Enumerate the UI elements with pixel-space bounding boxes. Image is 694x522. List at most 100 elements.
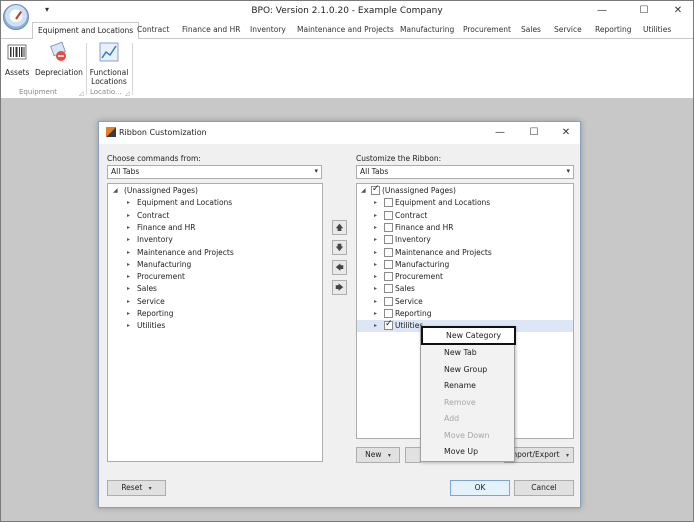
expanded-icon[interactable]: ◢ [361, 187, 366, 194]
menu-item-move-up[interactable]: Move Up [421, 444, 514, 460]
move-right-button[interactable]: 🡆 [332, 280, 347, 295]
tab-equipment-and-locations[interactable]: Equipment and Locations [32, 22, 140, 40]
tree-checkbox[interactable] [384, 210, 393, 220]
dialog-minimize-button[interactable]: — [489, 125, 511, 141]
tab-reporting[interactable]: Reporting [595, 25, 631, 34]
tree-item[interactable]: ▸ Manufacturing [108, 259, 322, 271]
move-down-button[interactable]: 🡇 [332, 240, 347, 255]
dialog-close-button[interactable]: ✕ [555, 125, 577, 141]
tree-item[interactable]: ▸ Service [357, 296, 573, 308]
move-left-button[interactable]: 🡄 [332, 260, 347, 275]
tree-checkbox[interactable] [384, 198, 393, 207]
collapsed-icon[interactable]: ▸ [127, 224, 130, 231]
tab-finance-and-hr[interactable]: Finance and HR [182, 25, 240, 34]
tree-item[interactable]: ▸ Equipment and Locations [357, 197, 573, 209]
collapsed-icon[interactable]: ▸ [374, 212, 377, 219]
collapsed-icon[interactable]: ▸ [374, 224, 377, 231]
customize-ribbon-combo[interactable]: All Tabs ▾ [356, 165, 574, 179]
tab-maintenance-and-projects[interactable]: Maintenance and Projects [297, 25, 394, 34]
group-launcher-icon[interactable]: ◿ [79, 90, 84, 97]
tab-manufacturing[interactable]: Manufacturing [400, 25, 454, 34]
collapsed-icon[interactable]: ▸ [374, 285, 377, 292]
tree-checkbox[interactable] [384, 247, 393, 257]
tree-checkbox[interactable] [384, 259, 393, 269]
tree-item[interactable]: ▸ Finance and HR [357, 222, 573, 234]
combo-arrow-icon: ▾ [566, 167, 570, 175]
collapsed-icon[interactable]: ▸ [127, 310, 130, 317]
tree-item[interactable]: ▸ Procurement [108, 271, 322, 283]
tree-checkbox[interactable] [371, 184, 380, 195]
tree-checkbox[interactable] [384, 284, 393, 293]
tree-item[interactable]: ▸ Inventory [357, 234, 573, 246]
functional-locations-button[interactable]: Functional Locations [89, 41, 129, 86]
minimize-button[interactable]: — [589, 3, 615, 19]
maximize-button[interactable]: ☐ [631, 3, 657, 19]
tree-item[interactable]: ▸ Sales [357, 283, 573, 295]
new-button[interactable]: New ▾ [356, 447, 400, 463]
tree-item[interactable]: ▸ Inventory [108, 234, 322, 246]
app-logo-icon[interactable] [3, 4, 29, 30]
tree-checkbox[interactable] [384, 272, 393, 281]
depreciation-button[interactable]: Depreciation [35, 41, 83, 77]
tree-item[interactable]: ▸ Equipment and Locations [108, 197, 322, 209]
commands-tree[interactable]: ◢ (Unassigned Pages) ▸ Equipment and Loc… [107, 183, 323, 462]
collapsed-icon[interactable]: ▸ [127, 261, 130, 268]
collapsed-icon[interactable]: ▸ [374, 273, 377, 280]
collapsed-icon[interactable]: ▸ [374, 249, 377, 256]
cancel-button[interactable]: Cancel [514, 480, 574, 496]
tree-checkbox[interactable] [384, 296, 393, 306]
tree-checkbox[interactable] [384, 309, 393, 318]
dialog-app-icon [106, 127, 116, 137]
reset-button[interactable]: Reset ▾ [107, 480, 166, 496]
collapsed-icon[interactable]: ▸ [127, 298, 130, 305]
tree-item[interactable]: ◢ (Unassigned Pages) [357, 184, 573, 197]
tab-sales[interactable]: Sales [521, 25, 541, 34]
tree-item[interactable]: ▸ Reporting [108, 308, 322, 320]
collapsed-icon[interactable]: ▸ [374, 322, 377, 329]
tab-contract[interactable]: Contract [137, 25, 169, 34]
tab-procurement[interactable]: Procurement [463, 25, 511, 34]
collapsed-icon[interactable]: ▸ [374, 298, 377, 305]
collapsed-icon[interactable]: ▸ [374, 236, 377, 243]
tab-utilities[interactable]: Utilities [643, 25, 671, 34]
collapsed-icon[interactable]: ▸ [127, 285, 130, 292]
group-launcher-icon[interactable]: ◿ [125, 90, 130, 97]
menu-item-rename[interactable]: Rename [421, 378, 514, 394]
collapsed-icon[interactable]: ▸ [374, 310, 377, 317]
close-button[interactable]: ✕ [665, 3, 691, 19]
collapsed-icon[interactable]: ▸ [127, 273, 130, 280]
tree-item[interactable]: ▸ Sales [108, 283, 322, 295]
collapsed-icon[interactable]: ▸ [127, 249, 130, 256]
tree-checkbox[interactable] [384, 319, 393, 330]
tree-item[interactable]: ▸ Procurement [357, 271, 573, 283]
tree-checkbox[interactable] [384, 235, 393, 244]
collapsed-icon[interactable]: ▸ [127, 322, 130, 329]
tree-checkbox[interactable] [384, 223, 393, 232]
tree-item[interactable]: ▸ Service [108, 296, 322, 308]
collapsed-icon[interactable]: ▸ [127, 199, 130, 206]
assets-button[interactable]: Assets [5, 41, 29, 77]
tree-item[interactable]: ▸ Contract [108, 210, 322, 222]
collapsed-icon[interactable]: ▸ [374, 199, 377, 206]
tree-item[interactable]: ▸ Finance and HR [108, 222, 322, 234]
rename-button-partial[interactable] [405, 447, 421, 463]
tree-item[interactable]: ▸ Manufacturing [357, 259, 573, 271]
expanded-icon[interactable]: ◢ [113, 187, 118, 194]
ok-button[interactable]: OK [450, 480, 510, 496]
collapsed-icon[interactable]: ▸ [127, 236, 130, 243]
tree-item[interactable]: ▸ Contract [357, 210, 573, 222]
menu-item-new-group[interactable]: New Group [421, 362, 514, 378]
dialog-maximize-button[interactable]: ☐ [523, 125, 545, 141]
collapsed-icon[interactable]: ▸ [127, 212, 130, 219]
tab-inventory[interactable]: Inventory [250, 25, 286, 34]
tree-item[interactable]: ▸ Maintenance and Projects [357, 247, 573, 259]
tree-item[interactable]: ▸ Maintenance and Projects [108, 247, 322, 259]
tree-item[interactable]: ◢ (Unassigned Pages) [108, 185, 322, 197]
choose-commands-combo[interactable]: All Tabs ▾ [107, 165, 322, 179]
menu-item-new-category[interactable]: New Category [421, 326, 516, 345]
tree-item[interactable]: ▸ Utilities [108, 320, 322, 332]
move-up-button[interactable]: 🡅 [332, 220, 347, 235]
tab-service[interactable]: Service [554, 25, 582, 34]
collapsed-icon[interactable]: ▸ [374, 261, 377, 268]
menu-item-new-tab[interactable]: New Tab [421, 345, 514, 361]
